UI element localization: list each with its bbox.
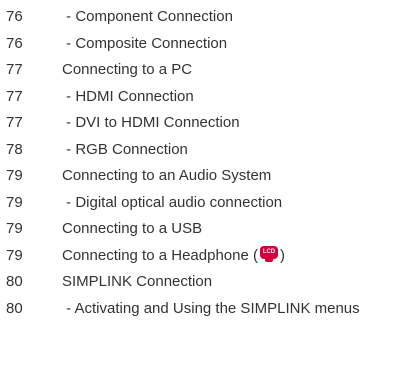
toc-entry: 78 - RGB Connection (6, 137, 390, 164)
toc-entry: 77 - HDMI Connection (6, 84, 390, 111)
toc-entry: 80 SIMPLINK Connection (6, 269, 390, 296)
entry-title: - Digital optical audio connection (62, 193, 283, 211)
toc-entry: 77 - DVI to HDMI Connection (6, 110, 390, 137)
entry-title: Connecting to a USB (62, 220, 203, 237)
lcd-icon-text: LCD (259, 245, 278, 259)
page-number: 77 (6, 61, 23, 78)
lcd-icon-stand (264, 258, 273, 262)
entry-title: - RGB Connection (62, 140, 188, 158)
page-number: 80 (6, 299, 23, 317)
toc-entry: 79 Connecting to a USB (6, 216, 390, 243)
table-of-contents: 76 - Component Connection 76 - Composite… (6, 4, 390, 322)
page-number: 79 (6, 220, 23, 237)
toc-entry: 80 - Activating and Using the SIMPLINK m… (6, 296, 390, 323)
entry-title: - Component Connection (62, 8, 233, 25)
entry-title: Connecting to a Headphone (LCD) (62, 243, 285, 270)
page-number: 78 (6, 140, 23, 158)
lcd-tv-icon: LCD (259, 245, 279, 263)
toc-entry: 76 - Composite Connection (6, 31, 390, 58)
entry-title: - HDMI Connection (62, 87, 194, 105)
entry-title: - DVI to HDMI Connection (62, 114, 240, 131)
entry-title: SIMPLINK Connection (62, 273, 213, 290)
page-number: 79 (6, 193, 23, 211)
entry-title: Connecting to an Audio System (62, 167, 272, 184)
page-number: 77 (6, 87, 23, 105)
page-number: 79 (6, 246, 23, 264)
page-number: 77 (6, 114, 23, 131)
page-number: 80 (6, 273, 23, 290)
toc-entry: 79 Connecting to an Audio System (6, 163, 390, 190)
toc-entry: 79 - Digital optical audio connection (6, 190, 390, 217)
entry-title: - Composite Connection (62, 34, 228, 52)
page-number: 79 (6, 167, 23, 184)
page-number: 76 (6, 8, 23, 25)
toc-entry: 76 - Component Connection (6, 4, 390, 31)
toc-entry: 79 Connecting to a Headphone (LCD) (6, 243, 390, 270)
page-number: 76 (6, 34, 23, 52)
entry-title: Connecting to a PC (62, 61, 193, 78)
toc-entry: 77 Connecting to a PC (6, 57, 390, 84)
entry-title: - Activating and Using the SIMPLINK menu… (62, 299, 360, 317)
entry-title-suffix: ) (279, 246, 285, 264)
entry-title-text: Connecting to a Headphone ( (62, 246, 258, 264)
